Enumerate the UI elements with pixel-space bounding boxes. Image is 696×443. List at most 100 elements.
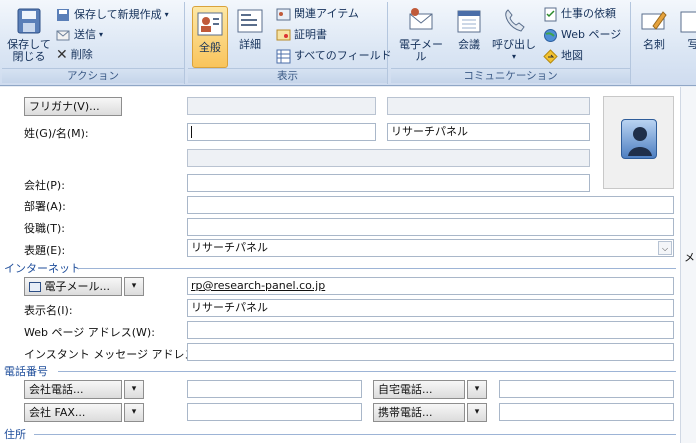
display-name-label: 表示名(I):	[24, 304, 73, 317]
mobile-phone-dropdown[interactable]: ▾	[467, 403, 487, 422]
furigana-button[interactable]: フリガナ(V)...	[24, 97, 122, 116]
business-card-button[interactable]: 名刺	[638, 6, 670, 51]
save-new-icon	[57, 8, 69, 21]
all-fields-icon	[276, 49, 291, 63]
email-ribbon-label: 電子メール	[399, 38, 443, 63]
meeting-label: 会議	[458, 38, 480, 51]
delete-button[interactable]: ✕ 削除	[56, 46, 93, 64]
address-book-icon	[29, 282, 41, 292]
business-fax-button[interactable]: 会社 FAX...	[24, 403, 122, 422]
task-request-button[interactable]: 仕事の依頼	[543, 5, 616, 23]
business-fax-dropdown[interactable]: ▾	[124, 403, 144, 422]
email-select-label: 電子メール...	[44, 280, 111, 293]
im-address-input[interactable]	[187, 343, 674, 361]
home-phone-input[interactable]	[499, 380, 674, 398]
details-tab-button[interactable]: 詳細	[232, 6, 268, 51]
related-items-button[interactable]: 関連アイテム	[276, 5, 359, 23]
mobile-phone-input[interactable]	[499, 403, 674, 421]
email-dropdown[interactable]: ▾	[124, 277, 144, 296]
display-name-input[interactable]: リサーチパネル	[187, 299, 674, 317]
group-label-actions: アクション	[2, 68, 184, 83]
internet-section-title: インターネット	[4, 262, 81, 275]
ribbon-group-communication: 電子メール 会議 呼び出し ▾ 仕事の依頼 Web ページ 地図 コミュニケーシ…	[391, 2, 631, 84]
send-label: 送信	[74, 28, 96, 41]
call-label: 呼び出し	[492, 38, 536, 51]
text-cursor	[191, 126, 192, 138]
picture-label: 写	[687, 38, 696, 51]
last-name-input[interactable]	[187, 123, 376, 141]
task-icon	[544, 7, 557, 21]
job-title-label: 役職(T):	[24, 222, 66, 235]
business-phone-button[interactable]: 会社電話...	[24, 380, 122, 399]
address-section-title: 住所	[4, 428, 26, 441]
save-icon	[17, 8, 41, 34]
webpage-button[interactable]: Web ページ	[543, 26, 621, 44]
department-label: 部署(A):	[24, 200, 66, 213]
save-close-button[interactable]: 保存して 閉じる	[6, 6, 52, 63]
chevron-down-icon: ▾	[164, 10, 169, 19]
contact-silhouette-icon	[621, 119, 657, 159]
details-icon	[237, 9, 263, 33]
ribbon-group-options: 名刺 写	[634, 2, 696, 84]
email-icon	[409, 8, 433, 30]
name-label: 姓(G)/名(M):	[24, 127, 89, 140]
furigana-first-field	[387, 97, 590, 115]
contact-form: フリガナ(V)... 姓(G)/名(M): リサーチパネル 会社(P): 部署(…	[0, 87, 680, 443]
phone-section-title: 電話番号	[4, 365, 48, 378]
send-button[interactable]: 送信 ▾	[56, 26, 103, 44]
mobile-phone-button[interactable]: 携帯電話...	[373, 403, 465, 422]
chevron-down-icon: ▾	[511, 52, 516, 61]
business-phone-dropdown[interactable]: ▾	[124, 380, 144, 399]
webpage-label: Web ページ	[561, 28, 622, 41]
call-button[interactable]: 呼び出し ▾	[491, 6, 537, 63]
job-title-input[interactable]	[187, 218, 674, 236]
task-label: 仕事の依頼	[561, 7, 616, 20]
delete-icon: ✕	[56, 47, 68, 63]
business-card-icon	[641, 11, 667, 30]
general-label: 全般	[199, 41, 221, 54]
business-phone-input[interactable]	[187, 380, 362, 398]
save-new-label: 保存して新規作成	[74, 8, 162, 21]
email-button[interactable]: 電子メール	[394, 6, 448, 63]
map-button[interactable]: 地図	[543, 47, 583, 65]
business-card-label: 名刺	[643, 38, 665, 51]
file-as-label: 表題(E):	[24, 244, 66, 257]
business-fax-input[interactable]	[187, 403, 362, 421]
chevron-down-icon[interactable]: ⌵	[658, 241, 672, 255]
delete-label: 削除	[70, 48, 93, 61]
email-select-button[interactable]: 電子メール...	[24, 277, 122, 296]
notes-panel-edge: メ	[680, 87, 696, 443]
general-icon	[197, 12, 223, 36]
save-close-label: 保存して 閉じる	[7, 38, 51, 63]
globe-icon	[544, 28, 557, 42]
save-new-button[interactable]: 保存して新規作成 ▾	[56, 6, 169, 24]
map-label: 地図	[561, 49, 583, 62]
home-phone-button[interactable]: 自宅電話...	[373, 380, 465, 399]
department-input[interactable]	[187, 196, 674, 214]
notes-label: メ	[684, 251, 695, 264]
all-fields-label: すべてのフィールド	[294, 49, 392, 62]
home-phone-dropdown[interactable]: ▾	[467, 380, 487, 399]
related-icon	[276, 8, 291, 20]
picture-button[interactable]: 写	[678, 6, 696, 51]
map-icon	[543, 48, 558, 64]
certificates-button[interactable]: 証明書	[276, 26, 327, 44]
all-fields-button[interactable]: すべてのフィールド	[276, 47, 392, 65]
details-label: 詳細	[239, 38, 261, 51]
company-input[interactable]	[187, 174, 590, 192]
phone-icon	[505, 9, 525, 32]
contact-photo[interactable]	[603, 96, 674, 189]
im-address-label: インスタント メッセージ アドレス(:)	[24, 348, 208, 361]
furigana-last-field	[187, 97, 376, 115]
webpage-address-input[interactable]	[187, 321, 674, 339]
picture-icon	[680, 11, 696, 33]
certificates-label: 証明書	[294, 28, 327, 41]
ribbon: 保存して 閉じる 保存して新規作成 ▾ 送信 ▾ ✕ 削除 アクション 全般 詳…	[0, 0, 696, 86]
file-as-select[interactable]: リサーチパネル ⌵	[187, 239, 674, 257]
first-name-input[interactable]: リサーチパネル	[387, 123, 590, 141]
address-divider	[34, 434, 676, 435]
general-tab-button[interactable]: 全般	[192, 6, 228, 68]
group-label-communication: コミュニケーション	[391, 68, 630, 83]
email-input[interactable]: rp@research-panel.co.jp	[187, 277, 674, 295]
meeting-button[interactable]: 会議	[453, 6, 485, 51]
